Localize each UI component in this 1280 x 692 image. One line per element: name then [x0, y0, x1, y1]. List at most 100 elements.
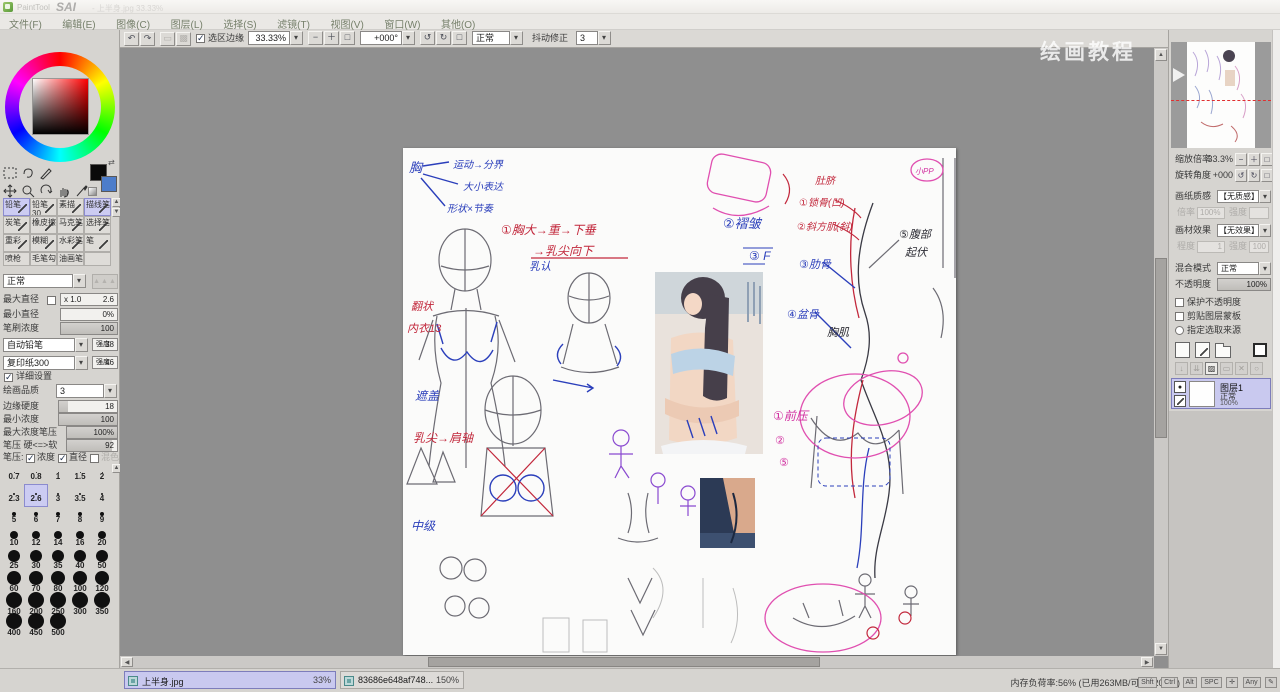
brush-item[interactable]: 喷枪	[3, 252, 30, 266]
lock-layer-icon[interactable]: ○	[1250, 362, 1263, 375]
brush-density-slider[interactable]: 100	[60, 322, 118, 335]
clipping-group-checkbox[interactable]	[1175, 312, 1184, 321]
min-diameter-slider[interactable]: 0%	[60, 308, 118, 321]
selection-source-radio[interactable]	[1175, 326, 1184, 335]
canvas-artwork[interactable]: 胸 运动→分界 大小表达 形状×节奏 ①胸大→重→下垂 →乳尖向下 ②褶皱 ③ …	[403, 148, 956, 655]
menu-filter[interactable]: 滤镜(T)	[268, 14, 319, 31]
size-cell[interactable]: 10	[3, 527, 25, 548]
menu-others[interactable]: 其他(O)	[432, 14, 484, 31]
size-cell[interactable]: 160	[3, 590, 25, 616]
brush-texture2-field[interactable]: 复印纸300	[3, 356, 75, 370]
scroll-down-icon[interactable]: ▼	[1155, 643, 1167, 655]
scroll-up-icon[interactable]: ▲	[1155, 49, 1167, 61]
brush-item[interactable]: 模糊	[30, 234, 57, 252]
brush-blend-mode-field[interactable]: 正常	[3, 274, 73, 288]
size-cell[interactable]: 4	[91, 485, 113, 506]
size-cell[interactable]: 12	[25, 527, 47, 548]
size-cell[interactable]: 80	[47, 569, 69, 593]
brush-texture1-strength[interactable]: 强度 38	[92, 338, 118, 351]
material-effect-dropdown[interactable]	[1259, 224, 1271, 237]
layer-paint-icon[interactable]	[1174, 395, 1186, 407]
brush-item[interactable]: 铅笔	[3, 198, 30, 216]
zoom-out-button[interactable]: −	[308, 31, 323, 45]
brush-item[interactable]: 炭笔	[3, 216, 30, 234]
nav-zoom-out-button[interactable]: −	[1235, 153, 1247, 166]
size-cell[interactable]: 2.3	[3, 485, 25, 506]
brush-item[interactable]: 选择笔	[84, 216, 111, 234]
canvas-viewport[interactable]: 胸 运动→分界 大小表达 形状×节奏 ①胸大→重→下垂 →乳尖向下 ②褶皱 ③ …	[120, 48, 1154, 656]
redo-button[interactable]: ↷	[140, 32, 155, 46]
size-cell[interactable]: 1	[47, 464, 69, 485]
navigator-preview[interactable]	[1171, 42, 1271, 148]
blend-mode-field[interactable]: 正常	[1217, 262, 1259, 275]
rotate-ccw-button[interactable]: ↺	[420, 31, 435, 45]
paper-texture-field[interactable]: 【无质感】	[1217, 190, 1259, 203]
pressure-blend-checkbox[interactable]	[90, 454, 99, 463]
menu-view[interactable]: 视图(V)	[321, 14, 372, 31]
size-cell[interactable]: 25	[3, 548, 25, 570]
size-cell[interactable]: 500	[47, 611, 69, 637]
brush-item[interactable]: 水彩笔	[57, 234, 84, 252]
size-cell[interactable]: 300	[69, 590, 91, 616]
selection-mode-field[interactable]: 正常	[472, 31, 510, 45]
undo-button[interactable]: ↶	[124, 32, 139, 46]
rect-select-icon[interactable]	[3, 166, 19, 182]
nav-rotate-cw-button[interactable]: ↻	[1248, 169, 1260, 182]
scroll-left-icon[interactable]: ◀	[121, 657, 133, 667]
size-cell[interactable]: 250	[47, 590, 69, 616]
menu-window[interactable]: 窗口(W)	[375, 14, 429, 31]
brush-item[interactable]: 马克笔	[57, 216, 84, 234]
vertical-scroll-thumb[interactable]	[1155, 258, 1167, 438]
zoom-in-button[interactable]: ＋	[324, 31, 339, 45]
stabilizer-dropdown[interactable]	[598, 31, 611, 45]
pressure-density-checkbox[interactable]	[26, 453, 35, 464]
horizontal-scroll-thumb[interactable]	[428, 657, 820, 667]
max-density-pressure-slider[interactable]: 100%	[66, 426, 118, 439]
brush-item-selected[interactable]: 描线笔	[84, 198, 111, 216]
new-layer-set-icon[interactable]	[1215, 343, 1231, 358]
canvas-page[interactable]: 胸 运动→分界 大小表达 形状×节奏 ①胸大→重→下垂 →乳尖向下 ②褶皱 ③ …	[403, 148, 956, 655]
size-cell[interactable]: 8	[69, 506, 91, 527]
brush-item[interactable]: 油画笔	[57, 252, 84, 266]
size-cell[interactable]: 3.5	[69, 485, 91, 506]
clear-layer-icon[interactable]: ▨	[1205, 362, 1218, 375]
nav-zoom-in-button[interactable]: ＋	[1248, 153, 1260, 166]
brush-texture1-dropdown[interactable]	[75, 338, 88, 352]
menu-image[interactable]: 图像(C)	[107, 14, 159, 31]
right-panel-scroll-strip[interactable]	[1272, 30, 1280, 668]
select-pen-icon[interactable]	[39, 166, 55, 182]
brush-item[interactable]: 毛笔勾	[30, 252, 57, 266]
lasso-icon[interactable]	[21, 166, 37, 182]
deselect-button[interactable]: ▭	[160, 32, 175, 46]
transfer-down-icon[interactable]: ↓	[1175, 362, 1188, 375]
max-diameter-checkbox[interactable]	[47, 296, 56, 305]
canvas-horizontal-scrollbar[interactable]: ◀ ▶	[120, 656, 1154, 668]
angle-dropdown-button[interactable]	[402, 31, 415, 45]
new-linework-layer-icon[interactable]	[1195, 342, 1210, 358]
size-cell[interactable]: 5	[3, 506, 25, 527]
menu-file[interactable]: 文件(F)	[0, 14, 51, 31]
transparent-color-swatch[interactable]	[88, 187, 97, 196]
stabilizer-value-field[interactable]: 3	[576, 31, 598, 45]
new-layer-icon[interactable]	[1175, 342, 1190, 358]
merge-down-icon[interactable]: ⇊	[1190, 362, 1203, 375]
canvas-vertical-scrollbar[interactable]: ▲ ▼	[1154, 48, 1168, 656]
menu-edit[interactable]: 编辑(E)	[53, 14, 104, 31]
document-tab[interactable]: 83686e648af748... 150%	[340, 671, 464, 689]
size-cell[interactable]: 0.8	[25, 464, 47, 485]
size-cell[interactable]: 3	[47, 485, 69, 506]
rotate-cw-button[interactable]: ↻	[436, 31, 451, 45]
max-diameter-slider[interactable]: x 1.0 2.6	[60, 293, 118, 306]
selection-edge-checkbox[interactable]	[196, 33, 205, 44]
opacity-slider[interactable]: 100%	[1217, 278, 1271, 291]
size-cell[interactable]: 7	[47, 506, 69, 527]
size-cell[interactable]: 400	[3, 611, 25, 637]
brush-item[interactable]: 笔	[84, 234, 111, 252]
size-cell[interactable]: 40	[69, 548, 91, 570]
menu-layer[interactable]: 图层(L)	[162, 14, 212, 31]
material-effect-field[interactable]: 【无效果】	[1217, 224, 1259, 237]
invert-selection-button[interactable]: ▩	[176, 32, 191, 46]
brush-item[interactable]	[84, 252, 111, 266]
rotate-reset-button[interactable]: □	[452, 31, 467, 45]
quality-field[interactable]: 3	[56, 384, 104, 398]
